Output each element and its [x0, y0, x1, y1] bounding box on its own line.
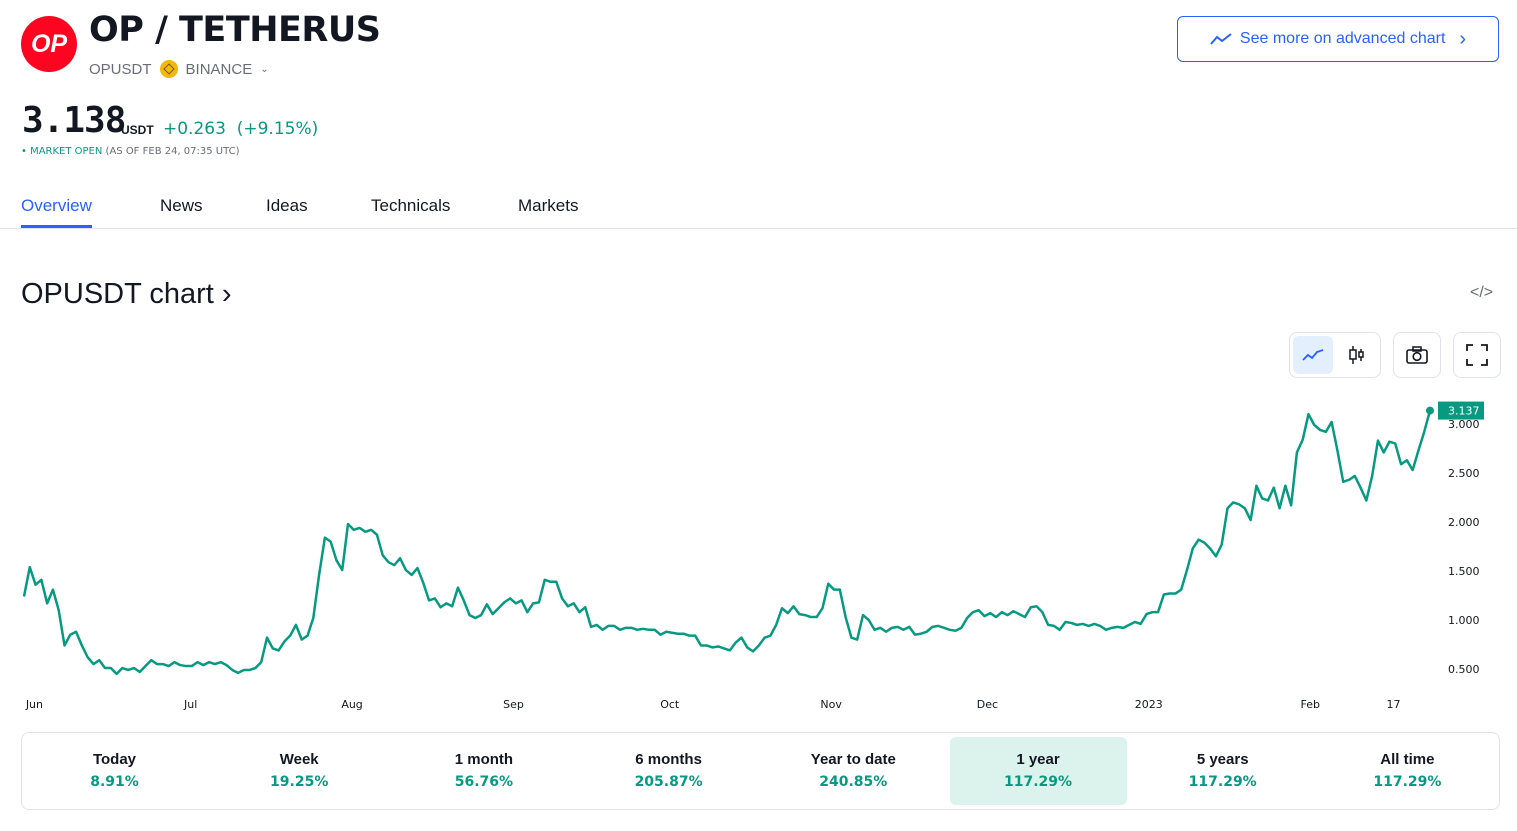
- x-tick-label: Feb: [1300, 698, 1319, 711]
- price-change: +0.263 (+9.15%): [163, 119, 318, 139]
- market-open: • MARKET OPEN: [21, 146, 103, 157]
- symbol: OPUSDT: [89, 60, 152, 78]
- tab-news[interactable]: News: [160, 196, 203, 225]
- period-label: Today: [92, 751, 137, 768]
- tab-markets[interactable]: Markets: [518, 196, 578, 225]
- market-status: • MARKET OPEN (AS OF FEB 24, 07:35 UTC): [21, 146, 240, 157]
- exchange-dropdown[interactable]: BINANCE: [186, 61, 253, 78]
- as-of: (AS OF FEB 24, 07:35 UTC): [105, 146, 240, 157]
- advanced-chart-button[interactable]: See more on advanced chart ›: [1177, 16, 1499, 62]
- period-value: 117.29%: [1003, 774, 1073, 790]
- period-year-to-date[interactable]: Year to date 240.85%: [765, 737, 942, 805]
- period-label: 1 year: [1016, 751, 1060, 768]
- trend-icon: [1210, 33, 1232, 45]
- screenshot-button[interactable]: [1393, 332, 1441, 378]
- currency: USDT: [121, 123, 154, 137]
- period-label: 1 month: [454, 751, 514, 768]
- last-point-marker: [1426, 406, 1434, 415]
- period-value: 19.25%: [270, 774, 329, 790]
- y-tick-label: 2.500: [1448, 467, 1480, 480]
- chevron-right-icon: ›: [1459, 27, 1467, 50]
- page-title: OP / TETHERUS: [89, 10, 381, 50]
- fullscreen-button[interactable]: [1453, 332, 1501, 378]
- performance-periods: Today 8.91% Week 19.25% 1 month 56.76% 6 month…: [21, 732, 1500, 810]
- chevron-down-icon[interactable]: ⌄: [260, 64, 268, 75]
- period-6-months[interactable]: 6 months 205.87%: [580, 737, 757, 805]
- tab-overview[interactable]: Overview: [21, 196, 92, 228]
- period-today[interactable]: Today 8.91%: [26, 737, 203, 805]
- candlestick-icon[interactable]: [1337, 336, 1377, 374]
- period-label: Week: [279, 751, 319, 768]
- x-tick-label: 17: [1387, 698, 1401, 711]
- change-abs: +0.263: [163, 119, 226, 139]
- op-logo: OP: [21, 16, 77, 72]
- period-value: 240.85%: [819, 774, 888, 790]
- x-tick-label: Aug: [341, 698, 362, 711]
- fullscreen-icon: [1466, 344, 1488, 366]
- period-week[interactable]: Week 19.25%: [211, 737, 388, 805]
- y-tick-label: 1.500: [1448, 565, 1480, 578]
- y-tick-label: 3.000: [1448, 418, 1480, 431]
- period-value: 8.91%: [90, 774, 139, 790]
- x-tick-label: Nov: [820, 698, 842, 711]
- period-value: 205.87%: [634, 774, 703, 790]
- symbol-line: OPUSDT BINANCE ⌄: [89, 60, 269, 78]
- period-label: 6 months: [635, 751, 702, 768]
- camera-icon: [1406, 346, 1428, 364]
- last-value-label: 3.137: [1448, 405, 1480, 418]
- period-all-time[interactable]: All time 117.29%: [1319, 737, 1496, 805]
- y-tick-label: 1.000: [1448, 614, 1480, 627]
- period-value: 117.29%: [1373, 774, 1442, 790]
- chart-type-group: [1289, 332, 1381, 378]
- period-1-month[interactable]: 1 month 56.76%: [395, 737, 572, 805]
- x-tick-label: Oct: [660, 698, 680, 711]
- x-tick-label: Dec: [977, 698, 998, 711]
- x-tick-label: Sep: [503, 698, 524, 711]
- period-label: 5 years: [1196, 751, 1249, 768]
- change-pct: (+9.15%): [236, 119, 319, 139]
- price-line: [22, 410, 1432, 676]
- tab-technicals[interactable]: Technicals: [371, 196, 450, 225]
- period-label: All time: [1380, 751, 1435, 768]
- period-value: 56.76%: [454, 774, 514, 790]
- tab-bar: Overview News Ideas Technicals Markets: [0, 190, 1517, 229]
- period-label: Year to date: [810, 751, 896, 768]
- line-chart-icon[interactable]: [1293, 336, 1333, 374]
- period-1-year[interactable]: 1 year 117.29%: [949, 737, 1127, 805]
- binance-icon: [159, 60, 178, 78]
- advanced-chart-label: See more on advanced chart: [1239, 30, 1446, 47]
- tab-ideas[interactable]: Ideas: [266, 196, 308, 225]
- y-tick-label: 2.000: [1448, 516, 1480, 529]
- embed-code-icon[interactable]: </>: [1470, 284, 1493, 302]
- x-tick-label: 2023: [1135, 698, 1163, 711]
- price: 3.138: [22, 100, 126, 141]
- x-tick-label: Jun: [25, 698, 43, 711]
- price-chart[interactable]: 0.500 1.000 1.500 2.000 2.500 3.0003.137 Jun Ju…: [0, 380, 1517, 720]
- y-tick-label: 0.500: [1448, 663, 1480, 676]
- logo-text: OP: [30, 29, 68, 58]
- chart-title[interactable]: OPUSDT chart ›: [21, 278, 232, 311]
- period-value: 117.29%: [1188, 774, 1257, 790]
- period-5-years[interactable]: 5 years 117.29%: [1134, 737, 1311, 805]
- x-tick-label: Jul: [183, 698, 197, 711]
